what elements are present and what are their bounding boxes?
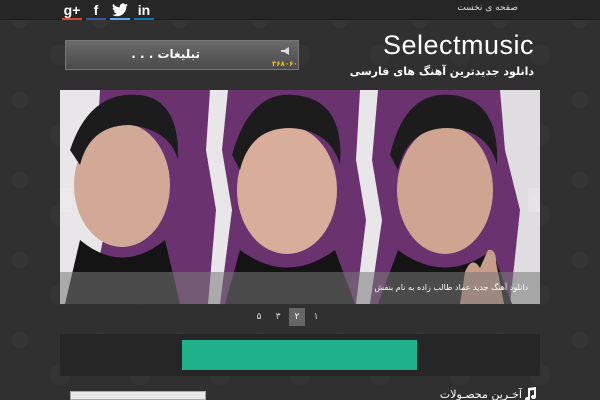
slider-pagination: ۵ ۳ ۲ ۱ bbox=[251, 308, 324, 326]
home-link[interactable]: صفحه ی نخست bbox=[457, 3, 518, 13]
social-links: g+ f in bbox=[62, 0, 154, 20]
bottom-ad-box[interactable] bbox=[70, 391, 206, 400]
facebook-icon[interactable]: f bbox=[86, 0, 106, 20]
linkedin-icon[interactable]: in bbox=[134, 0, 154, 20]
top-bar: g+ f in صفحه ی نخست bbox=[0, 0, 600, 20]
pagination-page[interactable]: ۱ bbox=[308, 308, 324, 326]
hero-slider[interactable]: ‹ › دانلود آهنگ جدید عماد طالب زاده به ن… bbox=[60, 90, 540, 304]
promo-button[interactable] bbox=[182, 340, 417, 370]
slide-caption-bar: دانلود آهنگ جدید عماد طالب زاده به نام ب… bbox=[60, 272, 540, 304]
site-logo[interactable]: Selectmusic bbox=[383, 30, 534, 61]
promo-panel bbox=[60, 334, 540, 376]
pagination-page-active[interactable]: ۲ bbox=[289, 308, 305, 326]
slider-prev-button[interactable]: ‹ bbox=[60, 188, 72, 212]
ad-banner[interactable]: تبلیغات . . . ۳۶۸۰۶۰ bbox=[65, 40, 299, 70]
pagination-page[interactable]: ۳ bbox=[270, 308, 286, 326]
music-note-icon bbox=[525, 387, 536, 400]
pagination-page[interactable]: ۵ bbox=[251, 308, 267, 326]
twitter-icon[interactable] bbox=[110, 0, 130, 20]
site-tagline: دانلود جدیدترین آهنگ های فارسی bbox=[349, 65, 534, 78]
ad-phone: ۳۶۸۰۶۰ bbox=[272, 60, 298, 68]
slider-next-button[interactable]: › bbox=[528, 188, 540, 212]
section-title: آخـرین محصـولات bbox=[439, 388, 522, 400]
slide-caption[interactable]: دانلود آهنگ جدید عماد طالب زاده به نام ب… bbox=[374, 283, 528, 292]
google-plus-icon[interactable]: g+ bbox=[62, 0, 82, 20]
ad-title: تبلیغات . . . bbox=[131, 47, 200, 61]
megaphone-icon bbox=[281, 47, 289, 55]
